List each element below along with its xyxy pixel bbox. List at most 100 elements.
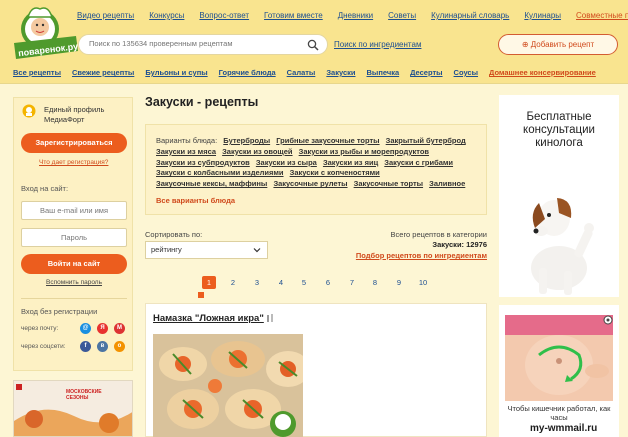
login-button[interactable]: Войти на сайт bbox=[21, 254, 127, 274]
variant-link[interactable]: Заливное bbox=[429, 179, 465, 188]
right-ad2-text: Чтобы кишечник работал, как часы bbox=[507, 404, 611, 422]
chevron-down-icon bbox=[253, 248, 261, 253]
nav-video-recipes[interactable]: Видео рецепты bbox=[77, 11, 134, 20]
nav-cooks[interactable]: Кулинары bbox=[524, 11, 561, 20]
total-recipes-label: Всего рецептов в категории bbox=[390, 230, 487, 239]
add-recipe-label: Добавить рецепт bbox=[530, 40, 595, 49]
variant-link[interactable]: Закуски из рыбы и морепродуктов bbox=[299, 147, 429, 156]
sort-value: рейтингу bbox=[151, 245, 182, 254]
search-input[interactable] bbox=[89, 39, 299, 48]
odnoklassniki-icon[interactable]: о bbox=[114, 341, 125, 352]
adchoices-icon[interactable] bbox=[603, 315, 613, 325]
facebook-icon[interactable]: f bbox=[80, 341, 91, 352]
variant-link[interactable]: Закуски из овощей bbox=[222, 147, 292, 156]
page-slider-marker bbox=[198, 292, 204, 298]
login-sidebar: Единый профиль МедиаФорт Зарегистрироват… bbox=[13, 97, 133, 371]
nav-joint-purchases[interactable]: Совместные покупки bbox=[576, 11, 628, 20]
site-header: поваренок.ру Видео рецепты Конкурсы Вопр… bbox=[0, 0, 628, 84]
cat-hot-dishes[interactable]: Горячие блюда bbox=[219, 68, 276, 77]
nav-culinary-dictionary[interactable]: Кулинарный словарь bbox=[431, 11, 509, 20]
pick-by-ingredients-link[interactable]: Подбор рецептов по ингредиентам bbox=[330, 251, 487, 260]
cat-fresh-recipes[interactable]: Свежие рецепты bbox=[72, 68, 134, 77]
via-mail-label: через почту: bbox=[21, 325, 59, 332]
variant-link[interactable]: Закусочные рулеты bbox=[273, 179, 347, 188]
nav-qa[interactable]: Вопрос-ответ bbox=[199, 11, 249, 20]
variant-link[interactable]: Закуски с копченостями bbox=[290, 168, 380, 177]
why-register-link[interactable]: Что дает регистрация? bbox=[39, 159, 108, 166]
page-link-4[interactable]: 4 bbox=[274, 276, 288, 289]
right-ad-digestion[interactable]: Чтобы кишечник работал, как часы bbox=[499, 305, 619, 437]
search-box bbox=[78, 34, 328, 55]
mediafort-icon bbox=[22, 104, 36, 118]
all-variants-link[interactable]: Все варианты блюда bbox=[156, 196, 235, 205]
yandex-icon[interactable]: Я bbox=[97, 323, 108, 334]
variant-link[interactable]: Бутерброды bbox=[223, 136, 270, 145]
sidebar-divider bbox=[21, 298, 127, 299]
variant-link[interactable]: Грибные закусочные торты bbox=[276, 136, 379, 145]
page-link-2[interactable]: 2 bbox=[226, 276, 240, 289]
gmail-icon[interactable]: M bbox=[114, 323, 125, 334]
recipe-card: Намазка "Ложная икра" bbox=[145, 303, 487, 437]
page-link-9[interactable]: 9 bbox=[392, 276, 406, 289]
cat-sauces[interactable]: Соусы bbox=[454, 68, 478, 77]
email-field[interactable]: Ваш e-mail или имя bbox=[21, 201, 127, 220]
register-button[interactable]: Зарегистрироваться bbox=[21, 133, 127, 153]
page-title: Закуски - рецепты bbox=[145, 95, 259, 109]
right-ad-cynologist[interactable]: Бесплатные консультации кинолога bbox=[499, 95, 619, 297]
cat-home-canning[interactable]: Домашнее консервирование bbox=[489, 68, 596, 77]
variant-link[interactable]: Закуски из яиц bbox=[323, 158, 378, 167]
remember-password-link[interactable]: Вспомнить пароль bbox=[46, 279, 102, 286]
page-link-7[interactable]: 7 bbox=[345, 276, 359, 289]
search-icon[interactable] bbox=[307, 39, 319, 51]
header-divider bbox=[0, 83, 628, 84]
password-field[interactable]: Пароль bbox=[21, 228, 127, 247]
recipe-photo[interactable] bbox=[153, 334, 303, 437]
site-logo[interactable]: поваренок.ру bbox=[10, 3, 82, 63]
left-ad-text: МОСКОВСКИЕ СЕЗОНЫ bbox=[66, 389, 102, 401]
sort-label: Сортировать по: bbox=[145, 230, 203, 239]
variants-label: Варианты блюда: bbox=[156, 136, 218, 145]
total-recipes-count: Закуски: 12976 bbox=[432, 240, 487, 249]
variant-link[interactable]: Закрытый бутерброд bbox=[386, 136, 466, 145]
cat-broths-soups[interactable]: Бульоны и супы bbox=[145, 68, 207, 77]
nav-tips[interactable]: Советы bbox=[388, 11, 416, 20]
page-link-10[interactable]: 10 bbox=[414, 276, 432, 289]
nav-diaries[interactable]: Дневники bbox=[338, 11, 373, 20]
nav-contests[interactable]: Конкурсы bbox=[149, 11, 184, 20]
login-title: Вход на сайт: bbox=[21, 184, 69, 193]
photo-icon bbox=[267, 314, 273, 322]
category-navigation: Все рецепты Свежие рецепты Бульоны и суп… bbox=[13, 68, 596, 77]
variant-link[interactable]: Закуски с колбасными изделиями bbox=[156, 168, 284, 177]
cat-baking[interactable]: Выпечка bbox=[367, 68, 400, 77]
cat-all-recipes[interactable]: Все рецепты bbox=[13, 68, 61, 77]
variant-link[interactable]: Закусочные кексы, маффины bbox=[156, 179, 267, 188]
cat-salads[interactable]: Салаты bbox=[287, 68, 316, 77]
variant-link[interactable]: Закуски из мяса bbox=[156, 147, 216, 156]
belly-illustration bbox=[505, 315, 613, 401]
no-registration-title: Вход без регистрации bbox=[21, 307, 98, 316]
sort-select[interactable]: рейтингу bbox=[145, 241, 268, 259]
variant-link[interactable]: Закуски из субпродуктов bbox=[156, 158, 250, 167]
via-social-label: через соцсети: bbox=[21, 343, 66, 350]
mailru-icon[interactable]: @ bbox=[80, 323, 91, 334]
vk-icon[interactable]: в bbox=[97, 341, 108, 352]
cat-desserts[interactable]: Десерты bbox=[410, 68, 442, 77]
page-link-1[interactable]: 1 bbox=[202, 276, 216, 289]
page-link-6[interactable]: 6 bbox=[321, 276, 335, 289]
left-ad-banner[interactable]: МОСКОВСКИЕ СЕЗОНЫ bbox=[13, 380, 133, 437]
dog-illustration bbox=[531, 198, 594, 295]
ingredient-search-link[interactable]: Поиск по ингредиентам bbox=[334, 40, 421, 49]
variant-link[interactable]: Закусочные торты bbox=[354, 179, 423, 188]
watermark: my-wmmail.ru bbox=[528, 423, 600, 434]
variant-link[interactable]: Закуски из сыра bbox=[256, 158, 317, 167]
variant-link[interactable]: Закуски с грибами bbox=[384, 158, 453, 167]
mediafort-profile-text: Единый профиль МедиаФорт bbox=[44, 105, 105, 124]
add-recipe-button[interactable]: ⊕ Добавить рецепт bbox=[498, 34, 618, 55]
page-link-5[interactable]: 5 bbox=[297, 276, 311, 289]
page-link-8[interactable]: 8 bbox=[368, 276, 382, 289]
cat-appetizers[interactable]: Закуски bbox=[326, 68, 355, 77]
top-navigation: Видео рецепты Конкурсы Вопрос-ответ Гото… bbox=[77, 11, 628, 20]
page-link-3[interactable]: 3 bbox=[250, 276, 264, 289]
recipe-title-link[interactable]: Намазка "Ложная икра" bbox=[153, 313, 264, 324]
nav-cook-together[interactable]: Готовим вместе bbox=[264, 11, 323, 20]
